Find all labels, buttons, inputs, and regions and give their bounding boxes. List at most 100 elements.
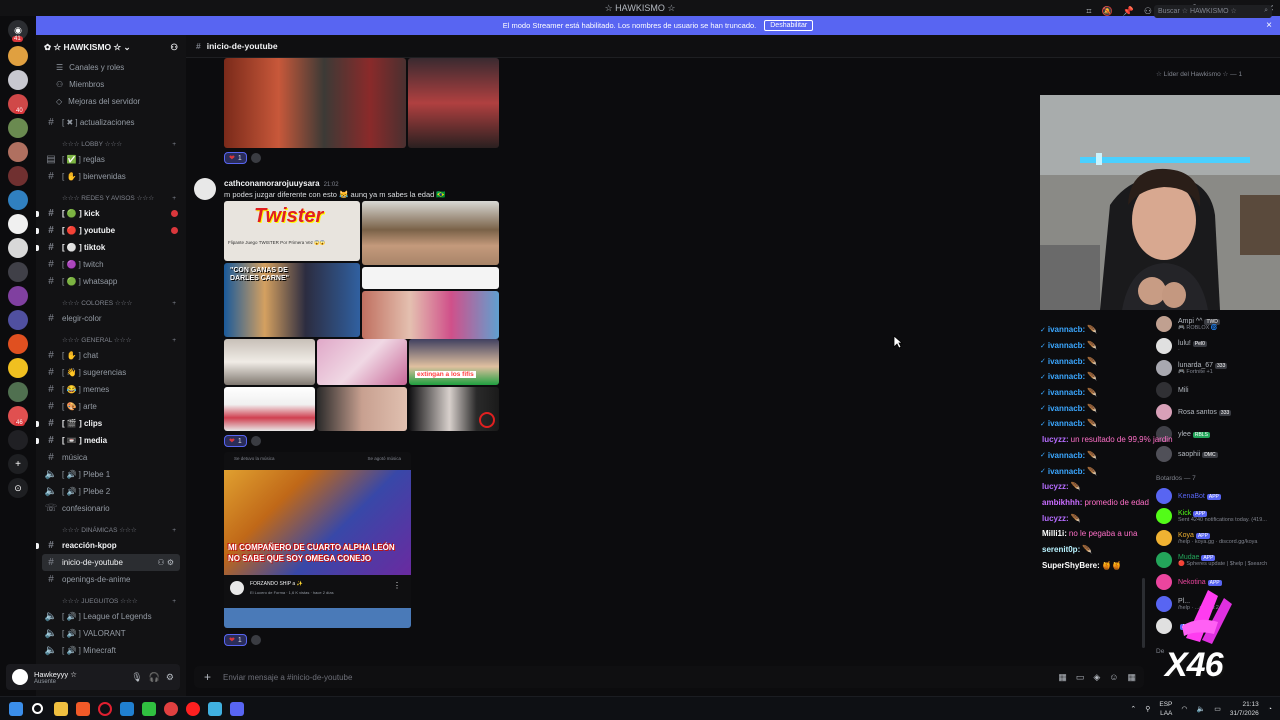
category-redes[interactable]: ☆☆☆ REDES Y AVISOS ☆☆☆ + — [36, 185, 186, 205]
server-icon[interactable] — [8, 334, 28, 354]
server-icon[interactable] — [8, 262, 28, 282]
category-general[interactable]: ☆☆☆ GENERAL ☆☆☆ + — [36, 327, 186, 347]
image-attachment[interactable] — [362, 267, 499, 289]
channel-avatar[interactable] — [230, 581, 244, 595]
image-attachment[interactable] — [362, 291, 499, 339]
server-icon[interactable] — [8, 142, 28, 162]
category-lobby[interactable]: ☆☆☆ LOBBY ☆☆☆ + — [36, 131, 186, 151]
clock[interactable]: 21:13 31/7/2026 — [1230, 700, 1259, 718]
channel-inicio-de-youtube[interactable]: # inicio-de-youtube ⚇ ⚙ — [42, 554, 180, 571]
video-thumbnail[interactable]: MI COMPAÑERO DE CUARTO ALPHA LEÓN NO SAB… — [224, 470, 411, 575]
channel-sugerencias[interactable]: # [ 👋 ] sugerencias — [36, 364, 186, 381]
pin-icon[interactable]: 📌 — [1123, 6, 1134, 17]
image-attachment[interactable] — [224, 387, 315, 431]
heart-reaction[interactable]: ❤ 1 — [224, 634, 247, 646]
channel-elegir-color[interactable]: # elegir-color — [36, 310, 186, 327]
channel-youtube[interactable]: # [ 🔴 ] youtube — [36, 222, 186, 239]
threads-icon[interactable]: ⌗ — [1086, 6, 1091, 17]
server-icon[interactable] — [8, 286, 28, 306]
voice-lol[interactable]: 🔈 [ 🔊 ] League of Legends — [36, 608, 186, 625]
member-item[interactable]: saophii DMC — [1156, 444, 1218, 464]
network-icon[interactable]: ⚲ — [1145, 705, 1150, 713]
channel-reaccion-kpop[interactable]: # reacción-kpop — [36, 537, 186, 554]
voice-minecraft[interactable]: 🔈 [ 🔊 ] Minecraft — [36, 642, 186, 659]
nav-channels-roles[interactable]: ☰ Canales y roles — [36, 59, 186, 76]
channel-whatsapp[interactable]: # [ 🟢 ] whatsapp — [36, 273, 186, 290]
add-server-icon[interactable]: + — [8, 454, 28, 474]
app-icon[interactable] — [120, 702, 134, 716]
channel-openings[interactable]: # openings-de-anime — [36, 571, 186, 588]
bot-item[interactable]: Koya APP/help · koya.gg · discord.gg/koya — [1156, 528, 1258, 548]
server-header[interactable]: ✿ ☆ HAWKISMO ☆ ⌄ ⚇ — [36, 35, 186, 59]
add-channel-icon[interactable]: + — [172, 300, 176, 307]
add-friend-icon[interactable]: ⚇ — [170, 42, 178, 53]
search-icon[interactable] — [32, 703, 43, 714]
channel-bienvenidas[interactable]: # [ ✋ ] bienvenidas — [36, 168, 186, 185]
battery-icon[interactable]: ▭ — [1214, 705, 1221, 713]
bot-item[interactable]: KenaBot APP — [1156, 486, 1221, 506]
channel-arte[interactable]: # [ 🎨 ] arte — [36, 398, 186, 415]
volume-icon[interactable]: 🔈 — [1197, 705, 1206, 713]
member-item[interactable]: Mili — [1156, 380, 1189, 400]
message-composer[interactable]: + Enviar mensaje a #inicio-de-youtube ▦ … — [194, 666, 1144, 688]
member-list-icon[interactable]: ⚇ — [1144, 6, 1152, 17]
add-reaction-icon[interactable] — [250, 153, 261, 163]
microphone-icon[interactable]: 🎙 — [131, 672, 142, 683]
search-input[interactable]: Buscar ☆ HAWKISMO ☆ ⌕ — [1154, 5, 1272, 18]
youtube-icon[interactable] — [186, 702, 200, 716]
video-card[interactable]: Se detuvo la música Se agotó música MI C… — [224, 452, 411, 628]
add-channel-icon[interactable]: + — [172, 195, 176, 202]
server-icon[interactable] — [8, 166, 28, 186]
voice-valorant[interactable]: 🔈 [ 🔊 ] VALORANT — [36, 625, 186, 642]
nav-members[interactable]: ⚇ Miembros — [36, 76, 186, 93]
brave-browser-icon[interactable] — [76, 702, 90, 716]
add-reaction-icon[interactable] — [250, 635, 261, 645]
server-icon[interactable] — [8, 430, 28, 450]
member-item[interactable]: Ampi ^^ TWD 🎮 ROBLOX 🌀 — [1156, 314, 1220, 334]
channel-chat[interactable]: # [ ✋ ] chat — [36, 347, 186, 364]
sticker-icon[interactable]: ◈ — [1093, 672, 1100, 683]
author-name[interactable]: cathconamorarojuuysara — [224, 179, 320, 188]
gear-icon[interactable]: ⚙ — [166, 672, 174, 683]
mute-icon[interactable]: 🔕 — [1101, 6, 1112, 17]
windows-start-icon[interactable] — [9, 702, 23, 716]
server-icon[interactable] — [8, 70, 28, 90]
server-icon[interactable] — [8, 238, 28, 258]
discord-icon[interactable] — [230, 702, 244, 716]
category-dinamicas[interactable]: ☆☆☆ DINÁMICAS ☆☆☆ + — [36, 517, 186, 537]
channel-twitch[interactable]: # [ 🟣 ] twitch — [36, 256, 186, 273]
bot-item[interactable]: Kick APP Sent 4240 notifications today. (4… — [1156, 506, 1267, 526]
add-attachment-icon[interactable]: + — [204, 670, 211, 684]
notepad-icon[interactable] — [208, 702, 222, 716]
language-indicator[interactable]: ESP LAA — [1159, 700, 1172, 718]
image-attachment[interactable]: "CON GANAS DE DARLES CARNE" — [224, 263, 360, 337]
channel-reglas[interactable]: ▤ [ ✅ ] reglas — [36, 151, 186, 168]
image-attachment[interactable]: extingan a los fifis — [409, 339, 499, 385]
image-attachment[interactable] — [409, 387, 499, 431]
image-attachment[interactable] — [224, 339, 315, 385]
channel-clips[interactable]: # [ 🎬 ] clips — [36, 415, 186, 432]
server-icon[interactable] — [8, 118, 28, 138]
server-icon[interactable] — [8, 310, 28, 330]
bot-item[interactable]: Mudae APP 🔴 Spheres update | $help | $sear… — [1156, 550, 1267, 570]
voice-plebe1[interactable]: 🔈 [ 🔊 ] Plebe 1 — [36, 466, 186, 483]
more-options-icon[interactable]: ⋮ — [393, 581, 401, 590]
banner-close-icon[interactable]: × — [1266, 20, 1272, 31]
avatar[interactable] — [12, 669, 28, 685]
notifications-icon[interactable]: ◔ — [1268, 706, 1272, 713]
server-icon[interactable] — [8, 46, 28, 66]
channel-tiktok[interactable]: # [ ⚪ ] tiktok — [36, 239, 186, 256]
message-author[interactable]: cathconamorarojuuysara 21:02 — [224, 179, 339, 188]
add-channel-icon[interactable]: + — [172, 527, 176, 534]
discover-icon[interactable]: ⊙ — [8, 478, 28, 498]
channel-confesionario[interactable]: ☏ confesionario — [36, 500, 186, 517]
opera-browser-icon[interactable] — [98, 702, 112, 716]
emoji-icon[interactable]: ☺ — [1109, 672, 1118, 683]
app-icon[interactable] — [142, 702, 156, 716]
chevron-up-icon[interactable]: ⌃ — [1130, 705, 1136, 713]
channel-kick[interactable]: # [ 🟢 ] kick — [36, 205, 186, 222]
avatar[interactable] — [194, 178, 216, 200]
voice-plebe2[interactable]: 🔈 [ 🔊 ] Plebe 2 — [36, 483, 186, 500]
image-attachment[interactable] — [408, 58, 499, 148]
member-item[interactable]: lunarda_67 333 🎮 Fortnite +1 — [1156, 358, 1228, 378]
